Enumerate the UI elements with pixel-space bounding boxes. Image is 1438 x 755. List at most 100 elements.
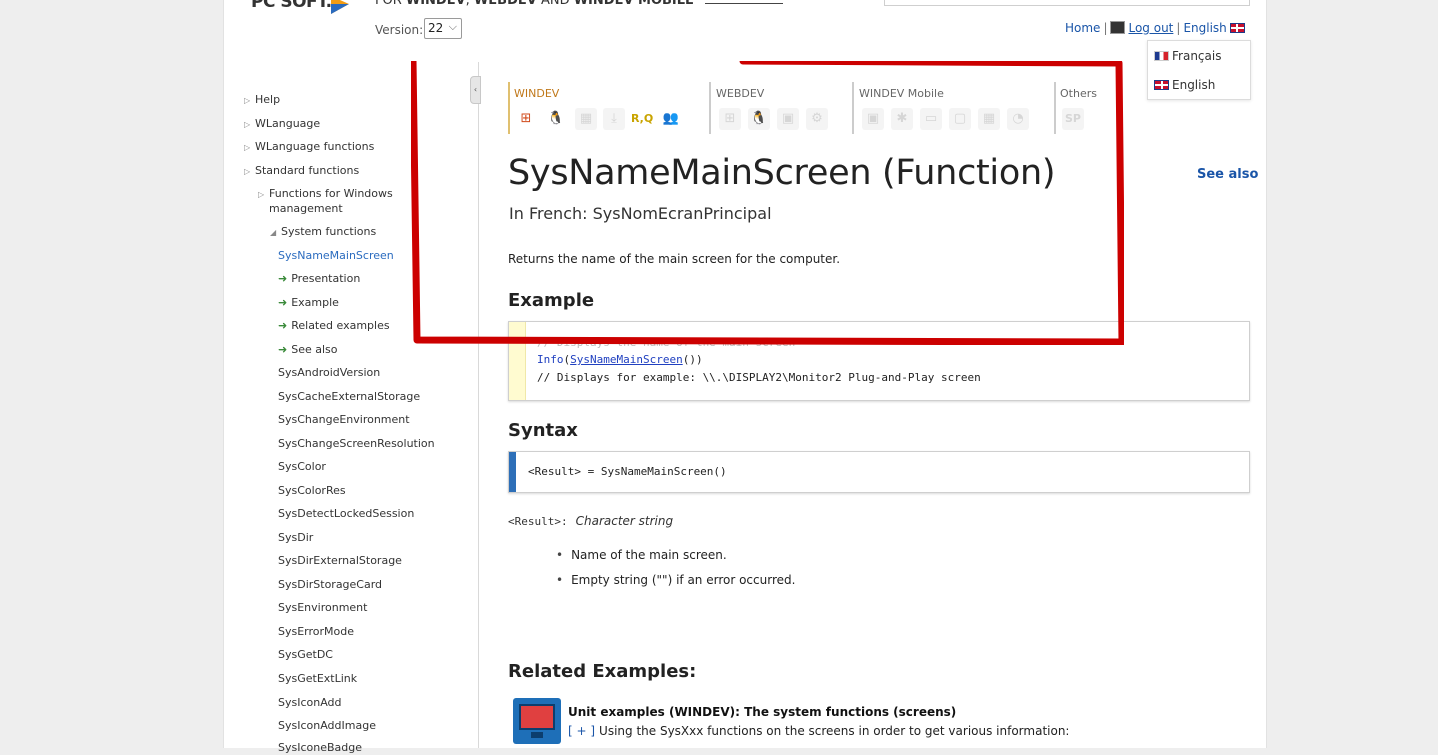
french-name: In French: SysNomEcranPrincipal	[509, 204, 772, 223]
code-line-comment: // Displays the name of the main screen	[537, 336, 796, 349]
android-widget-icon[interactable]: ✱	[891, 108, 913, 130]
php-icon[interactable]: ▣	[777, 108, 799, 130]
linux-icon[interactable]: 🐧	[748, 108, 770, 130]
green-arrow-icon: ➜	[278, 272, 288, 285]
nav-item-standard-functions[interactable]: ▷ Standard functions	[244, 164, 359, 179]
nav-item[interactable]: SysIconeBadge	[278, 741, 362, 755]
nav-item-related-examples[interactable]: ➜ Related examples	[278, 319, 390, 333]
nav-item[interactable]: SysEnvironment	[278, 601, 367, 615]
users-icon[interactable]: 👥	[660, 108, 682, 130]
platform-divider	[709, 82, 711, 134]
nav-item-see-also[interactable]: ➜ See also	[278, 343, 338, 357]
platform-label-windev: WINDEV	[514, 87, 560, 100]
nav-item[interactable]: SysColor	[278, 460, 326, 474]
platform-divider	[852, 82, 854, 134]
logo-arrow-icon	[331, 0, 349, 14]
user-icon[interactable]	[1110, 21, 1126, 34]
example-heading: Example	[508, 290, 595, 311]
language-link[interactable]: English	[1183, 21, 1226, 35]
nav-item[interactable]: SysDir	[278, 531, 313, 545]
download-icon[interactable]: ⤓	[603, 108, 625, 130]
syntax-heading: Syntax	[508, 420, 578, 441]
nav-item-system-functions[interactable]: ◢ System functions	[270, 225, 376, 240]
nav-item[interactable]: SysIconAdd	[278, 696, 342, 710]
nav-item[interactable]: SysDirExternalStorage	[278, 554, 402, 568]
expand-triangle-icon: ▷	[258, 190, 265, 199]
language-option-english[interactable]: English	[1154, 78, 1215, 92]
windows-icon[interactable]: ⊞	[719, 108, 741, 130]
monitor-icon	[513, 698, 561, 744]
nav-item[interactable]: SysGetDC	[278, 648, 333, 662]
nav-item[interactable]: SysIconAddImage	[278, 719, 376, 733]
related-example-title[interactable]: Unit examples (WINDEV): The system funct…	[568, 705, 956, 719]
version-value: 22	[428, 21, 444, 35]
universal-windows-icon[interactable]: ◔	[1007, 108, 1029, 130]
nav-item[interactable]: SysAndroidVersion	[278, 366, 380, 380]
nav-item-sysnamemainscreen[interactable]: SysNameMainScreen	[278, 249, 394, 263]
nav-item[interactable]: SysDirStorageCard	[278, 578, 382, 592]
sidebar-collapse-button[interactable]: ‹	[470, 76, 481, 104]
expand-triangle-icon: ▷	[244, 143, 251, 152]
nav-item[interactable]: SysColorRes	[278, 484, 346, 498]
related-example-description: [ + ] Using the SysXxx functions on the s…	[568, 724, 1070, 738]
function-description: Returns the name of the main screen for …	[508, 252, 841, 266]
logout-link[interactable]: Log out	[1128, 21, 1173, 35]
see-also-link[interactable]: See also	[1197, 167, 1258, 182]
nav-item-windows-management[interactable]: ▷ Functions for Windows	[258, 187, 393, 202]
expand-triangle-icon: ▷	[244, 96, 251, 105]
header-title: FOR WINDEV, WEBDEV AND WINDEV MOBILE	[375, 0, 694, 8]
windows-gray-icon[interactable]: ▦	[575, 108, 597, 130]
search-input[interactable]	[884, 0, 1250, 6]
nav-item-example[interactable]: ➜ Example	[278, 296, 339, 310]
stored-procedure-icon[interactable]: SP	[1062, 108, 1084, 130]
pcsoft-logo[interactable]: PC SOFT.	[251, 0, 332, 12]
france-flag-icon	[1154, 51, 1169, 61]
code-line-call: Info(SysNameMainScreen())	[537, 353, 703, 366]
title-underline	[705, 3, 783, 4]
windows-icon[interactable]: ⊞	[515, 108, 537, 130]
green-arrow-icon: ➜	[278, 296, 288, 309]
nav-item-wlanguage-functions[interactable]: ▷ WLanguage functions	[244, 140, 374, 155]
nav-item[interactable]: SysChangeScreenResolution	[278, 437, 435, 451]
report-query-icon[interactable]: R,Q	[631, 108, 653, 130]
page-title: SysNameMainScreen (Function)	[508, 153, 1056, 193]
language-dropdown: Français English	[1147, 40, 1251, 100]
platform-divider	[508, 82, 510, 134]
nav-item[interactable]: SysErrorMode	[278, 625, 354, 639]
platform-label-webdev: WEBDEV	[716, 87, 765, 100]
platform-label-others: Others	[1060, 87, 1097, 100]
code-line-comment: // Displays for example: \\.\DISPLAY2\Mo…	[537, 371, 981, 384]
nav-item-help[interactable]: ▷ Help	[244, 93, 280, 108]
green-arrow-icon: ➜	[278, 343, 288, 356]
version-select[interactable]: 22 ⌵	[424, 18, 462, 39]
nav-item[interactable]: SysCacheExternalStorage	[278, 390, 420, 404]
expand-triangle-icon: ▷	[244, 167, 251, 176]
android-icon[interactable]: ▣	[862, 108, 884, 130]
nav-item-wlanguage[interactable]: ▷ WLanguage	[244, 117, 320, 132]
example-code-block: // Displays the name of the main screen …	[508, 321, 1250, 401]
syntax-line: <Result> = SysNameMainScreen()	[528, 465, 727, 478]
collapse-triangle-icon: ◢	[270, 228, 277, 237]
platform-label-windev-mobile: WINDEV Mobile	[859, 87, 944, 100]
version-label: Version:	[375, 23, 424, 37]
expand-link[interactable]: [ + ]	[568, 724, 595, 738]
syntax-accent-bar	[509, 452, 516, 492]
linux-icon[interactable]: 🐧	[545, 108, 567, 130]
nav-item-presentation[interactable]: ➜ Presentation	[278, 272, 360, 286]
home-link[interactable]: Home	[1065, 21, 1100, 35]
result-description: <Result>: Character string	[508, 514, 674, 528]
expand-triangle-icon: ▷	[244, 120, 251, 129]
windows-mobile-icon[interactable]: ▦	[978, 108, 1000, 130]
nav-item[interactable]: SysDetectLockedSession	[278, 507, 414, 521]
language-option-french[interactable]: Français	[1154, 49, 1221, 63]
ios-icon[interactable]: ▭	[920, 108, 942, 130]
gear-icon[interactable]: ⚙	[806, 108, 828, 130]
code-gutter	[509, 322, 526, 400]
uk-flag-icon[interactable]	[1229, 23, 1245, 33]
ios-widget-icon[interactable]: ▢	[949, 108, 971, 130]
nav-item[interactable]: SysChangeEnvironment	[278, 413, 410, 427]
nav-item[interactable]: SysGetExtLink	[278, 672, 357, 686]
nav-item-windows-management-line2[interactable]: management	[269, 202, 343, 216]
uk-flag-icon	[1154, 80, 1169, 90]
syntax-code-block: <Result> = SysNameMainScreen()	[508, 451, 1250, 493]
